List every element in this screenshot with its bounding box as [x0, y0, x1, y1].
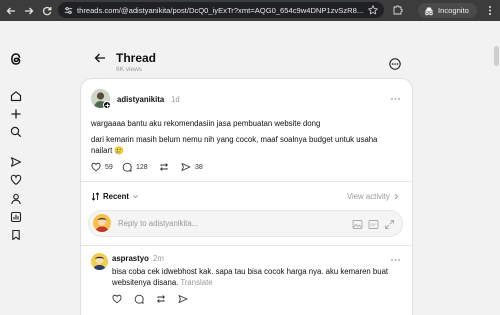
send-icon[interactable] — [10, 155, 22, 167]
address-bar[interactable]: threads.com/@adistyanikita/post/DcQ0_iyE… — [58, 2, 384, 18]
comment-share-icon[interactable] — [178, 294, 188, 304]
bookmark-icon[interactable] — [10, 228, 22, 241]
comment-more-icon[interactable] — [390, 257, 401, 263]
comment-timestamp[interactable]: 2m — [153, 254, 164, 263]
site-settings-icon[interactable] — [64, 6, 73, 15]
post-username[interactable]: adistyanikita — [117, 95, 164, 104]
current-user-avatar — [93, 214, 111, 232]
sort-dropdown[interactable]: Recent — [91, 192, 139, 201]
translate-link[interactable]: Translate — [180, 278, 212, 287]
repost-button[interactable] — [159, 162, 173, 172]
url-text: threads.com/@adistyanikita/post/DcQ0_iyE… — [77, 5, 363, 15]
reload-icon[interactable] — [40, 4, 54, 18]
comment-button[interactable]: 128 — [122, 162, 148, 172]
sort-label: Recent — [103, 192, 129, 201]
gif-icon[interactable]: GIF — [368, 219, 379, 230]
chevron-right-icon — [394, 193, 398, 200]
post-text-line-2: dari kemarin masih belum nemu nih yang c… — [91, 135, 378, 155]
post-more-icon[interactable] — [390, 96, 401, 102]
incognito-icon — [425, 7, 433, 15]
scrollbar-thumb[interactable] — [494, 46, 499, 66]
comment-reply-icon[interactable] — [134, 294, 144, 304]
chevron-down-icon — [133, 195, 138, 199]
back-arrow-icon[interactable] — [4, 4, 18, 18]
comment-repost-icon[interactable] — [156, 294, 166, 304]
profile-icon[interactable] — [10, 192, 22, 205]
page-title: Thread — [116, 51, 157, 65]
comment-avatar[interactable] — [91, 253, 108, 270]
comment-text-block: bisa coba cek idwebhost kak. sapa tau bi… — [112, 266, 392, 288]
view-activity-label: View activity — [347, 192, 390, 201]
post-text-line-1: wargaaaa bantu aku rekomendasiin jasa pe… — [91, 119, 321, 128]
home-icon[interactable] — [10, 89, 22, 102]
extensions-icon[interactable] — [392, 4, 403, 15]
like-count: 59 — [105, 163, 113, 171]
share-button[interactable]: 38 — [181, 162, 203, 172]
view-count: 6K views — [116, 66, 143, 73]
comment-count: 128 — [136, 163, 148, 171]
like-button[interactable]: 59 — [91, 162, 113, 172]
divider — [81, 245, 412, 246]
reply-placeholder: Reply to adistyanikita... — [118, 219, 199, 228]
back-arrow-icon[interactable] — [94, 52, 106, 64]
bookmark-star-icon[interactable] — [368, 5, 378, 15]
heart-icon — [91, 162, 101, 172]
sort-icon — [91, 192, 100, 201]
svg-text:GIF: GIF — [371, 223, 378, 227]
forward-arrow-icon[interactable] — [22, 4, 36, 18]
scrollbar-track[interactable] — [494, 43, 499, 315]
image-icon[interactable] — [352, 219, 363, 230]
insights-icon[interactable] — [10, 210, 22, 223]
divider — [81, 181, 412, 182]
comment-icon — [122, 162, 132, 172]
comment-text: bisa coba cek idwebhost kak. sapa tau bi… — [112, 267, 389, 287]
post-timestamp[interactable]: 1d — [171, 95, 180, 104]
heart-icon[interactable] — [10, 173, 22, 185]
send-icon — [181, 163, 191, 171]
share-count: 38 — [195, 163, 203, 171]
follow-plus-icon[interactable] — [103, 101, 111, 109]
incognito-label: Incognito — [438, 6, 469, 15]
more-options-icon[interactable] — [389, 58, 401, 70]
threads-logo-icon[interactable] — [9, 52, 23, 66]
view-activity-link[interactable]: View activity — [347, 192, 399, 201]
plus-icon[interactable] — [10, 107, 22, 119]
comment-username[interactable]: asprastyo — [112, 254, 149, 263]
repost-icon — [160, 163, 168, 171]
comment-like-icon[interactable] — [112, 294, 122, 304]
incognito-badge[interactable]: Incognito — [418, 3, 477, 18]
expand-icon[interactable] — [384, 219, 395, 230]
browser-menu-icon[interactable] — [485, 5, 495, 16]
search-icon[interactable] — [10, 125, 22, 138]
